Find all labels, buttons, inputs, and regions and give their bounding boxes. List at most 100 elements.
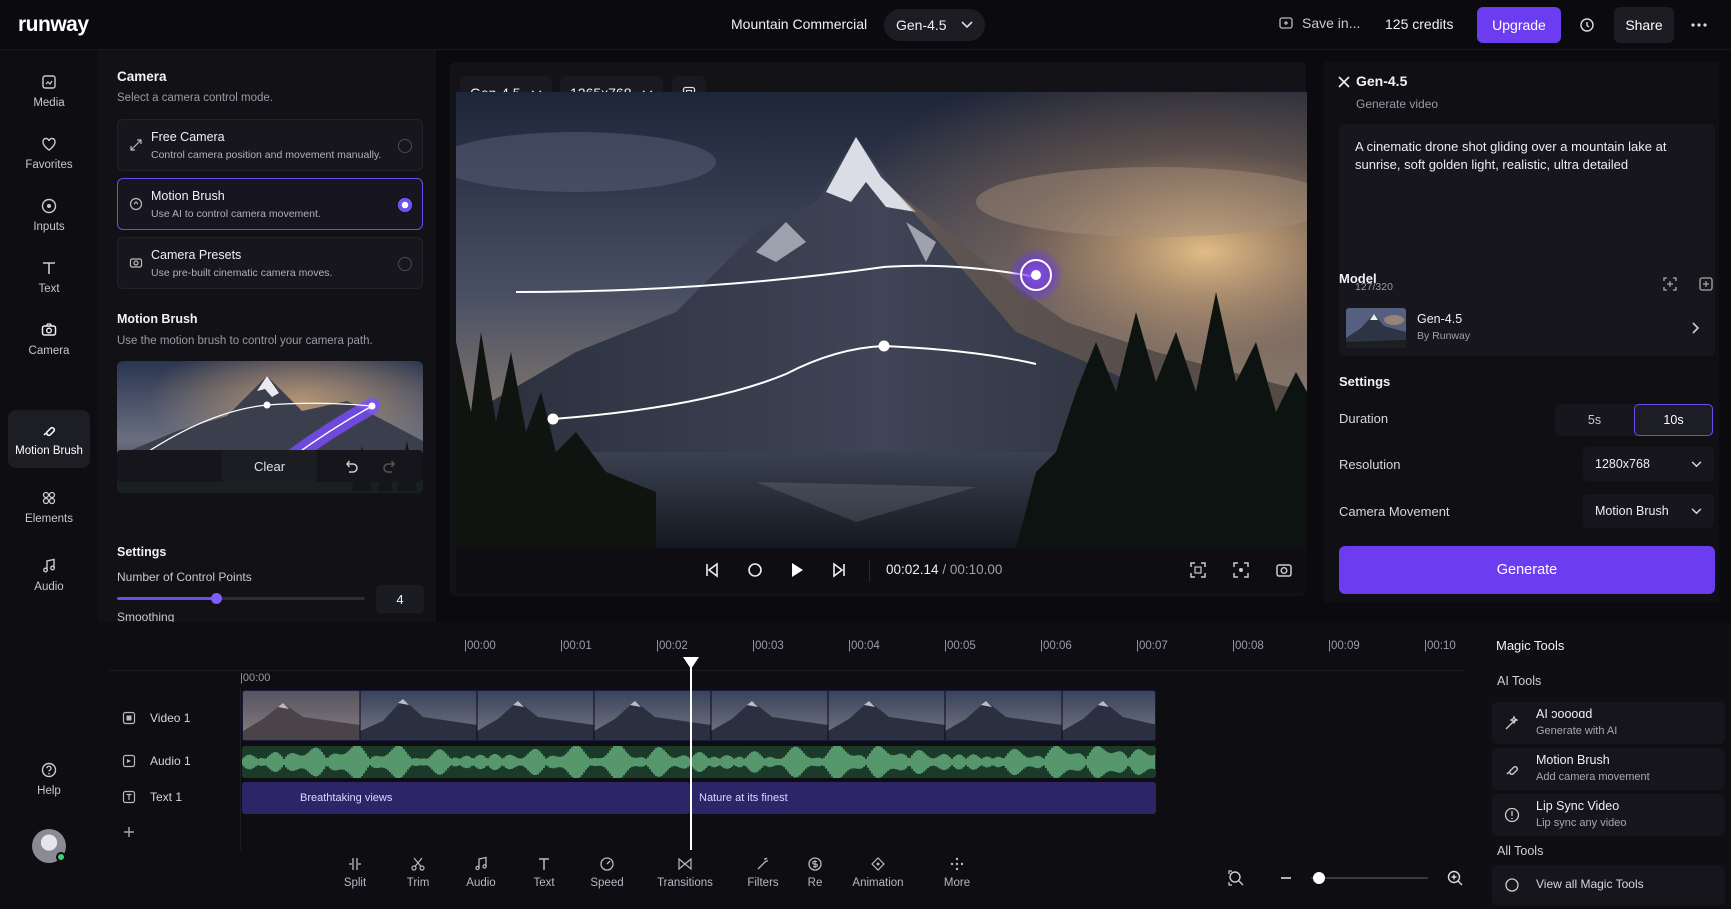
text-clip[interactable]: Nature at its finest bbox=[690, 782, 1156, 814]
speed-icon bbox=[600, 857, 614, 871]
prompt-input[interactable]: A cinematic drone shot gliding over a mo… bbox=[1339, 124, 1715, 310]
track-header-audio[interactable]: Audio 1 bbox=[110, 743, 240, 779]
nav-item-favorites[interactable]: Favorites bbox=[8, 124, 90, 182]
zoom-in-icon[interactable] bbox=[1446, 869, 1464, 887]
camera-movement-value: Motion Brush bbox=[1595, 504, 1669, 518]
enhance-prompt-icon[interactable] bbox=[1662, 276, 1678, 292]
nav-label: Favorites bbox=[25, 159, 73, 171]
tool-lip-sync[interactable]: Lip Sync Video Lip sync any video bbox=[1492, 794, 1725, 836]
model-section-label: Model bbox=[1339, 271, 1377, 286]
tool-filters[interactable]: Filters bbox=[733, 856, 793, 889]
share-button[interactable]: Share bbox=[1614, 7, 1674, 43]
resolution-select[interactable]: 1280x768 bbox=[1583, 447, 1714, 481]
ruler-tick: |00:04 bbox=[848, 640, 880, 652]
control-points-label: Number of Control Points bbox=[117, 570, 252, 584]
timeline-ruler[interactable]: |00:00 |00:01 |00:02 |00:03 |00:04 |00:0… bbox=[452, 632, 1472, 654]
play-icon[interactable] bbox=[786, 560, 806, 580]
image-attach-icon[interactable] bbox=[1698, 276, 1714, 292]
history-button[interactable] bbox=[1575, 13, 1599, 37]
mode-card-camera-presets[interactable]: Camera Presets Use pre-built cinematic c… bbox=[117, 237, 423, 289]
close-icon[interactable] bbox=[1337, 75, 1351, 89]
view-all-magic-tools[interactable]: View all Magic Tools bbox=[1492, 865, 1725, 905]
generate-button[interactable]: Generate bbox=[1339, 546, 1715, 594]
redo-icon[interactable] bbox=[381, 457, 399, 475]
mode-card-free-camera[interactable]: Free Camera Control camera position and … bbox=[117, 119, 423, 171]
nav-item-text[interactable]: Text bbox=[8, 248, 90, 306]
lip-sync-icon bbox=[1504, 807, 1520, 823]
clock-icon bbox=[1580, 18, 1594, 32]
playback-controls: 00:02.14 / 00:10.00 bbox=[456, 548, 1307, 593]
mode-card-motion-brush[interactable]: Motion Brush Use AI to control camera mo… bbox=[117, 178, 423, 230]
prompt-text[interactable]: A cinematic drone shot gliding over a mo… bbox=[1355, 138, 1700, 174]
tool-re[interactable]: Re bbox=[785, 856, 845, 889]
mode-desc: Control camera position and movement man… bbox=[151, 149, 382, 161]
playhead-handle[interactable] bbox=[683, 657, 699, 669]
more-dots-icon bbox=[950, 857, 964, 871]
ruler-tick: |00:02 bbox=[656, 640, 688, 652]
skip-forward-icon[interactable] bbox=[829, 560, 849, 580]
nav-item-help[interactable]: Help bbox=[8, 750, 90, 808]
tool-label: Trim bbox=[406, 877, 430, 889]
tool-speed[interactable]: Speed bbox=[577, 856, 637, 889]
tool-transitions[interactable]: Transitions bbox=[655, 856, 715, 889]
zoom-slider-track[interactable] bbox=[1311, 877, 1428, 879]
upgrade-button[interactable]: Upgrade bbox=[1477, 7, 1561, 43]
tool-split[interactable]: Split bbox=[325, 856, 385, 889]
mode-radio[interactable] bbox=[398, 139, 412, 153]
snapshot-icon[interactable] bbox=[1274, 560, 1294, 580]
fit-screen-icon[interactable] bbox=[1188, 560, 1208, 580]
chevron-right-icon bbox=[1692, 322, 1700, 334]
mode-desc: Use pre-built cinematic camera moves. bbox=[151, 267, 333, 279]
nav-item-elements[interactable]: Elements bbox=[8, 478, 90, 536]
duration-5s-button[interactable]: 5s bbox=[1555, 404, 1634, 436]
save-in-label: Save in... bbox=[1302, 15, 1361, 31]
tool-animation[interactable]: Animation bbox=[848, 856, 908, 889]
clear-button[interactable]: Clear bbox=[222, 450, 317, 482]
runway-logo[interactable]: runway bbox=[18, 13, 89, 37]
undo-icon[interactable] bbox=[342, 457, 360, 475]
more-menu-button[interactable] bbox=[1684, 13, 1714, 37]
tool-title: Motion Brush bbox=[1536, 753, 1610, 767]
track-name: Audio 1 bbox=[150, 754, 191, 768]
total-time: 00:10.00 bbox=[949, 562, 1003, 577]
nav-item-motion-brush[interactable]: Motion Brush bbox=[8, 410, 90, 468]
track-header-video[interactable]: Video 1 bbox=[110, 700, 240, 736]
video-preview[interactable] bbox=[456, 92, 1307, 548]
mode-radio[interactable] bbox=[398, 257, 412, 271]
tool-more[interactable]: More bbox=[927, 856, 987, 889]
duration-label: Duration bbox=[1339, 411, 1389, 426]
tool-trim[interactable]: Trim bbox=[388, 856, 448, 889]
playhead[interactable] bbox=[690, 660, 692, 850]
time-separator: / bbox=[942, 562, 947, 577]
track-header-text[interactable]: Text 1 bbox=[110, 779, 240, 815]
nav-item-media[interactable]: Media bbox=[8, 62, 90, 120]
text-clip[interactable]: Breathtaking views bbox=[242, 782, 690, 814]
nav-item-audio[interactable]: Audio bbox=[8, 546, 90, 604]
tool-audio[interactable]: Audio bbox=[451, 856, 511, 889]
control-points-slider-thumb[interactable] bbox=[211, 593, 222, 604]
control-points-value[interactable]: 4 bbox=[376, 585, 424, 613]
model-card[interactable]: Gen-4.5 By Runway bbox=[1339, 300, 1715, 356]
tool-ai-generate[interactable]: AI ɔoooɑd Generate with AI bbox=[1492, 702, 1725, 744]
video-clip[interactable] bbox=[242, 690, 1156, 741]
safe-area-icon[interactable] bbox=[1231, 560, 1251, 580]
project-title[interactable]: Mountain Commercial bbox=[731, 16, 867, 32]
zoom-slider-thumb[interactable] bbox=[1313, 872, 1325, 884]
model-selector[interactable]: Gen-4.5 bbox=[884, 9, 985, 41]
loop-icon[interactable] bbox=[745, 560, 765, 580]
tool-motion-brush[interactable]: Motion Brush Add camera movement bbox=[1492, 748, 1725, 790]
duration-10s-button[interactable]: 10s bbox=[1634, 404, 1713, 436]
save-in-button[interactable]: Save in... bbox=[1278, 15, 1360, 31]
nav-item-inputs[interactable]: Inputs bbox=[8, 186, 90, 244]
add-track-icon[interactable] bbox=[122, 825, 136, 839]
mode-title: Motion Brush bbox=[151, 189, 225, 203]
tool-text[interactable]: Text bbox=[514, 856, 574, 889]
elements-icon bbox=[42, 491, 56, 505]
zoom-fit-icon[interactable] bbox=[1227, 869, 1245, 887]
camera-movement-select[interactable]: Motion Brush bbox=[1583, 494, 1714, 528]
nav-item-camera[interactable]: Camera bbox=[8, 310, 90, 368]
audio-clip[interactable] bbox=[242, 746, 1156, 778]
zoom-out-icon[interactable] bbox=[1279, 871, 1293, 885]
mode-radio-selected[interactable] bbox=[398, 198, 412, 212]
skip-back-icon[interactable] bbox=[702, 560, 722, 580]
